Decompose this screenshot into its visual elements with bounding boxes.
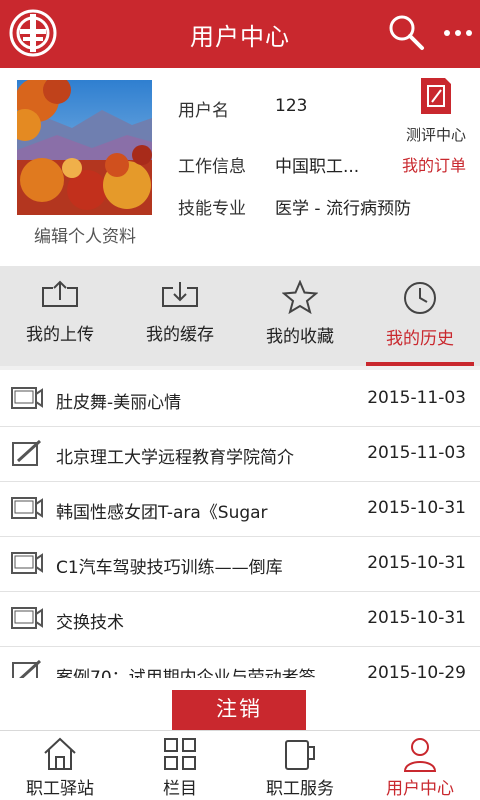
avatar[interactable] — [17, 80, 152, 215]
video-icon — [11, 552, 43, 574]
page-title: 用户中心 — [190, 22, 290, 51]
list-item[interactable]: 北京理工大学远程教育学院简介 2015-11-03 — [0, 427, 480, 482]
eval-center-label: 测评中心 — [405, 126, 466, 144]
clock-icon — [404, 282, 436, 314]
more-icon[interactable] — [440, 12, 476, 52]
item-date: 2015-11-03 — [367, 388, 466, 408]
item-title: 韩国性感女团T-ara《Sugar — [56, 503, 268, 523]
list-item[interactable]: C1汽车驾驶技巧训练——倒库 2015-10-31 — [0, 537, 480, 592]
divider — [0, 366, 480, 370]
tab-label: 我的收藏 — [266, 327, 334, 347]
eval-center-button[interactable]: 测评中心 — [400, 76, 472, 145]
tab-label: 我的缓存 — [146, 325, 214, 345]
grid-icon — [164, 738, 196, 770]
item-date: 2015-11-03 — [367, 443, 466, 463]
item-title: 交换技术 — [56, 613, 124, 633]
tab-my-cache[interactable]: 我的缓存 — [120, 266, 240, 366]
username-label: 用户名 — [178, 101, 229, 121]
work-info-label: 工作信息 — [178, 157, 246, 177]
tab-label: 我的历史 — [386, 329, 454, 349]
download-icon — [162, 282, 198, 307]
video-icon — [11, 497, 43, 519]
work-info-value: 中国职工... — [275, 157, 360, 177]
list-item[interactable]: 交换技术 2015-10-31 — [0, 592, 480, 647]
item-date: 2015-10-29 — [367, 663, 466, 678]
item-title: 案例70：试用期内企业与劳动者签 — [56, 668, 316, 678]
cup-icon — [285, 740, 315, 770]
bottom-nav: 职工驿站 栏目 职工服务 用户中心 — [0, 730, 480, 800]
star-icon — [282, 280, 318, 314]
skill-value: 医学 - 流行病预防 — [275, 199, 411, 219]
list-item[interactable]: 肚皮舞-美丽心情 2015-11-03 — [0, 372, 480, 427]
nav-item-workers-station[interactable]: 职工驿站 — [0, 731, 120, 800]
nav-item-columns[interactable]: 栏目 — [120, 731, 240, 800]
username-value: 123 — [275, 96, 308, 116]
logout-button[interactable]: 注销 — [172, 690, 306, 730]
item-title: 北京理工大学远程教育学院简介 — [56, 448, 294, 468]
item-title: 肚皮舞-美丽心情 — [56, 393, 182, 413]
document-icon — [12, 659, 42, 678]
tab-my-favorites[interactable]: 我的收藏 — [240, 266, 360, 366]
nav-label: 职工驿站 — [26, 779, 94, 799]
nav-label: 用户中心 — [386, 779, 454, 799]
nav-item-worker-services[interactable]: 职工服务 — [240, 731, 360, 800]
nav-label: 职工服务 — [266, 779, 334, 799]
history-list: 肚皮舞-美丽心情 2015-11-03 北京理工大学远程教育学院简介 2015-… — [0, 372, 480, 678]
user-icon — [403, 738, 437, 772]
tab-my-uploads[interactable]: 我的上传 — [0, 266, 120, 366]
clipboard-icon — [421, 78, 451, 114]
list-item[interactable]: 韩国性感女团T-ara《Sugar 2015-10-31 — [0, 482, 480, 537]
history-tabs: 我的上传 我的缓存 我的收藏 我的历史 — [0, 266, 480, 366]
tab-my-history[interactable]: 我的历史 — [360, 266, 480, 366]
video-icon — [11, 387, 43, 409]
list-item[interactable]: 案例70：试用期内企业与劳动者签 2015-10-29 — [0, 647, 480, 678]
tab-label: 我的上传 — [26, 325, 94, 345]
upload-icon — [42, 280, 78, 307]
my-orders-link[interactable]: 我的订单 — [402, 152, 466, 176]
union-logo-icon[interactable] — [8, 8, 58, 58]
nav-item-user-center[interactable]: 用户中心 — [360, 731, 480, 800]
item-title: C1汽车驾驶技巧训练——倒库 — [56, 558, 283, 578]
profile-section: 编辑个人资料 用户名 123 工作信息 中国职工... 技能专业 医学 - 流行… — [0, 68, 480, 266]
skill-label: 技能专业 — [178, 199, 246, 219]
house-icon — [44, 737, 76, 770]
item-date: 2015-10-31 — [367, 608, 466, 628]
app-header: 用户中心 — [0, 0, 480, 68]
screen: 用户中心 编辑个人资料 用户名 123 工作信息 中国职工... 技能专业 医学… — [0, 0, 480, 800]
document-icon — [12, 439, 42, 466]
item-date: 2015-10-31 — [367, 553, 466, 573]
search-icon[interactable] — [386, 12, 426, 52]
edit-profile-link[interactable]: 编辑个人资料 — [10, 222, 160, 247]
item-date: 2015-10-31 — [367, 498, 466, 518]
video-icon — [11, 607, 43, 629]
nav-label: 栏目 — [163, 779, 197, 799]
